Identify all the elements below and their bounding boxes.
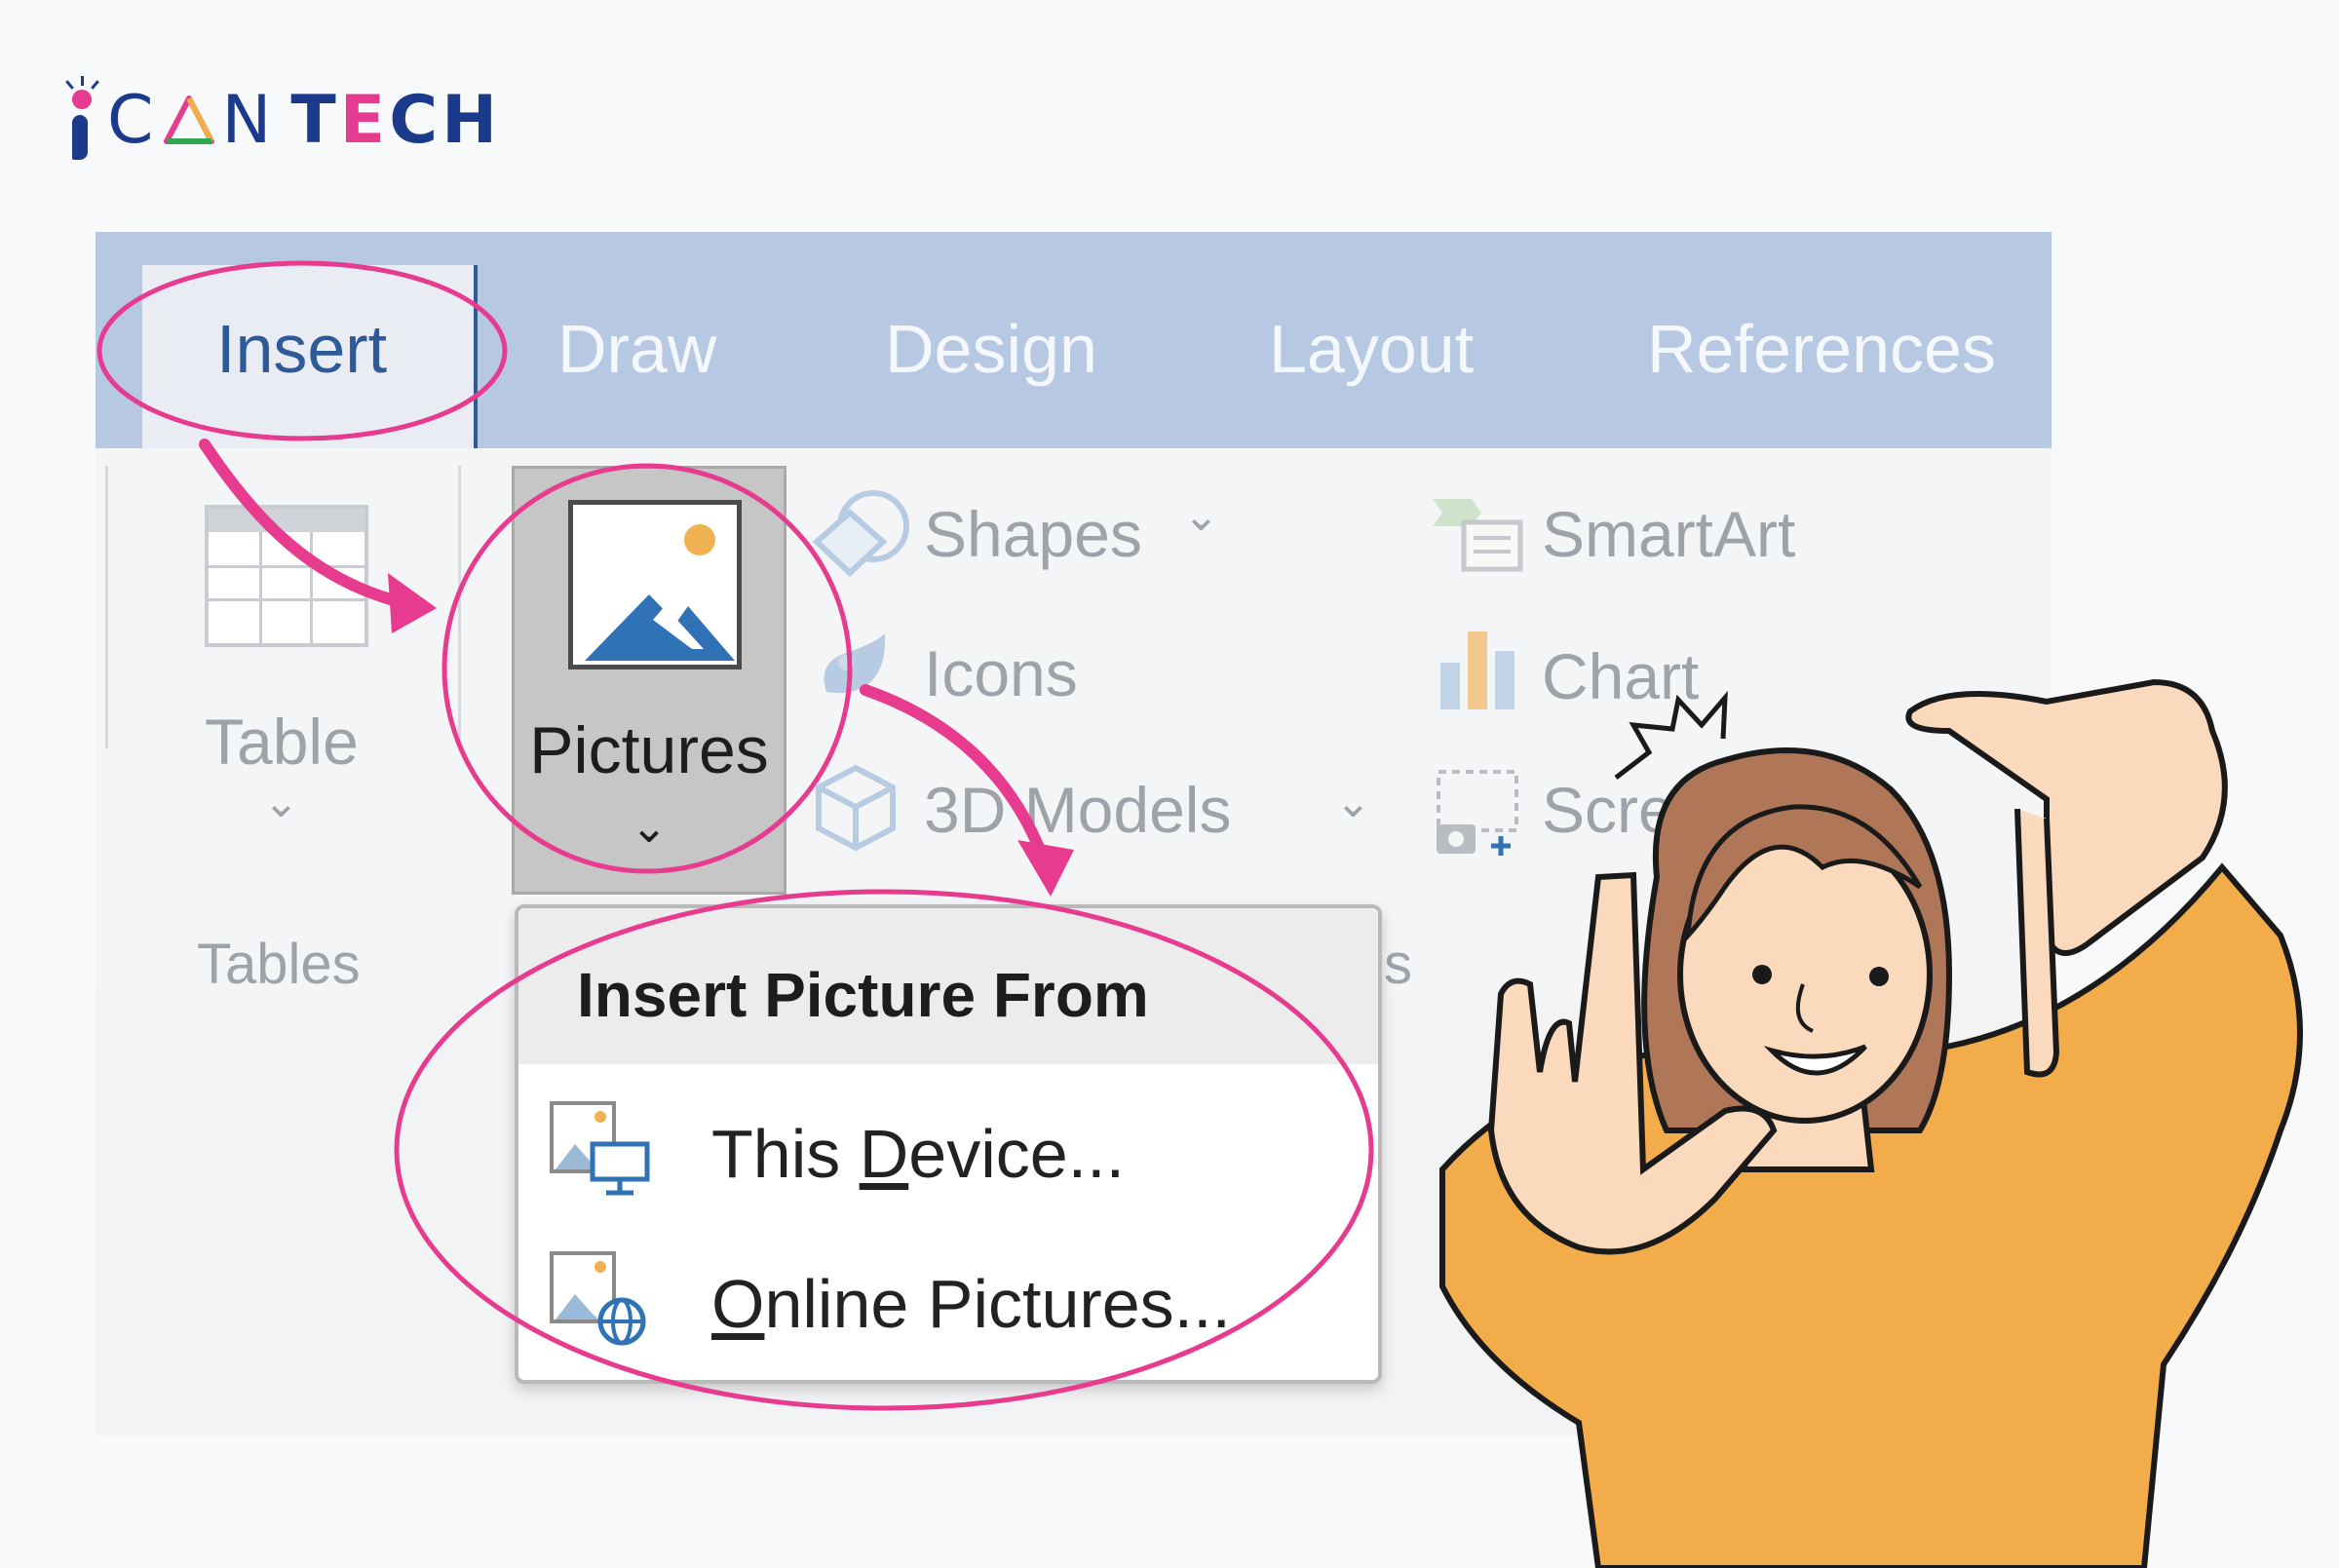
3d-models-label[interactable]: 3D Models <box>924 773 1231 847</box>
device-picture-icon <box>550 1101 650 1196</box>
chevron-down-icon: ⌄ <box>630 801 669 852</box>
online-picture-icon <box>550 1251 646 1346</box>
brand-logo: C N TECH <box>62 76 501 164</box>
ribbon-separator <box>458 466 461 748</box>
table-icon[interactable] <box>205 505 368 647</box>
table-button-label[interactable]: Table <box>205 705 359 779</box>
tab-divider <box>474 265 478 448</box>
pictures-button[interactable]: Pictures ⌄ <box>512 466 786 895</box>
logo-tech: TECH <box>290 81 502 159</box>
tab-draw[interactable]: Draw <box>557 310 716 388</box>
shapes-icon[interactable] <box>807 483 914 591</box>
smartart-icon[interactable] <box>1429 493 1526 575</box>
pictures-label: Pictures <box>529 713 769 787</box>
tab-insert[interactable]: Insert <box>216 310 387 388</box>
menu-item-this-device[interactable]: This Device... <box>518 1074 1378 1220</box>
person-framing-illustration <box>1439 678 2303 1568</box>
tab-references[interactable]: References <box>1647 310 1996 388</box>
dropdown-header: Insert Picture From <box>518 908 1378 1064</box>
smartart-label[interactable]: SmartArt <box>1542 497 1795 571</box>
ribbon-tab-bar: Insert Draw Design Layout References <box>96 232 2051 448</box>
shapes-label[interactable]: Shapes <box>924 497 1142 571</box>
tab-layout[interactable]: Layout <box>1269 310 1474 388</box>
chevron-down-icon: ⌄ <box>1183 492 1219 540</box>
logo-letter-c: C <box>107 81 158 159</box>
insert-picture-dropdown: Insert Picture From This Device... Onlin… <box>515 904 1382 1384</box>
logo-i-mark <box>62 76 101 164</box>
ribbon-separator <box>105 466 108 748</box>
logo-letter-n: N <box>221 81 276 159</box>
icons-icon[interactable] <box>807 624 904 721</box>
logo-triangle-a <box>164 96 215 144</box>
icons-label[interactable]: Icons <box>924 636 1078 710</box>
chevron-down-icon: ⌄ <box>1335 779 1371 826</box>
menu-item-online-pictures[interactable]: Online Pictures... <box>518 1224 1378 1370</box>
chevron-down-icon: ⌄ <box>263 779 299 826</box>
cube-icon[interactable] <box>807 758 904 856</box>
tab-design[interactable]: Design <box>885 310 1097 388</box>
picture-icon <box>568 500 742 669</box>
online-pictures-label: Online Pictures... <box>711 1266 1232 1342</box>
this-device-label: This Device... <box>711 1116 1126 1192</box>
tables-group-label: Tables <box>197 933 361 996</box>
dropdown-title: Insert Picture From <box>577 960 1149 1030</box>
